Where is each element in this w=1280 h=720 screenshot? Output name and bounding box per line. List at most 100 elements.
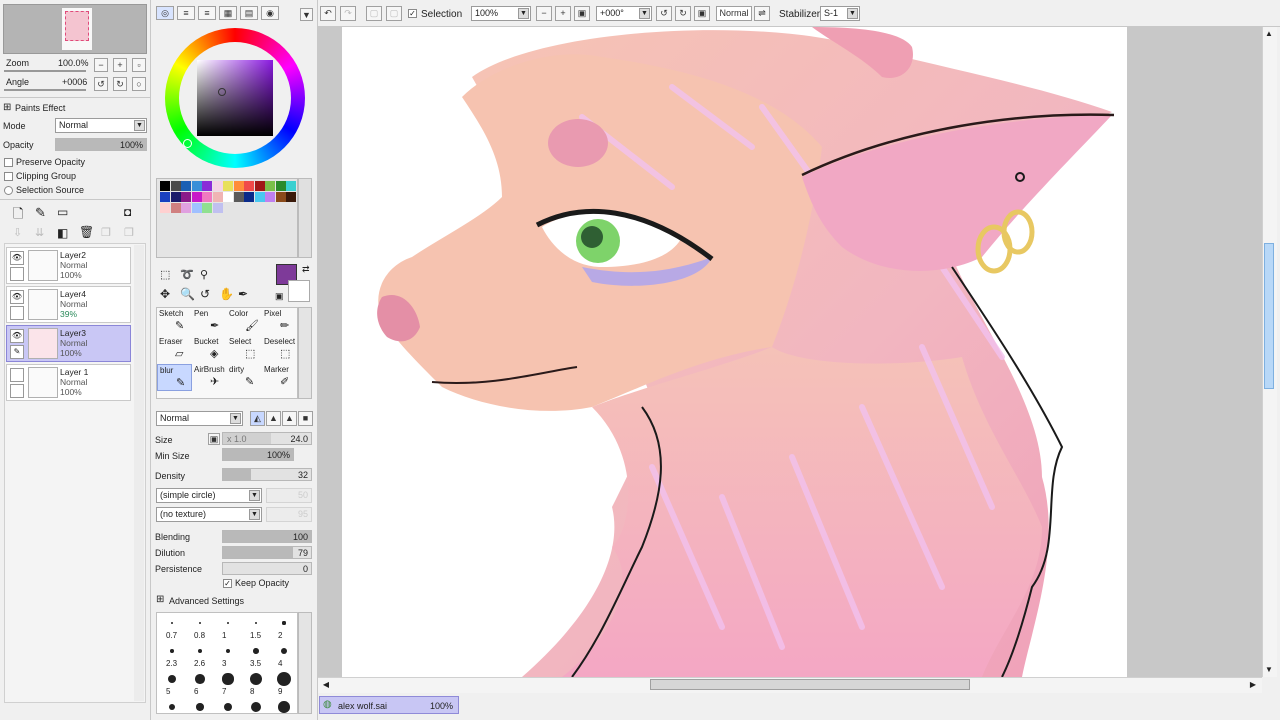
tool-select[interactable]: Select ⬚ <box>227 336 262 363</box>
palette-swatch[interactable] <box>170 181 181 191</box>
advanced-settings-expand-icon[interactable]: ⊞ <box>156 594 164 605</box>
pencil-icon[interactable]: ✎ <box>10 345 24 359</box>
brush-size-dot[interactable] <box>199 622 201 624</box>
secondary-color-swatch[interactable] <box>288 280 310 302</box>
palette-swatch[interactable] <box>170 203 181 213</box>
brush-size-dot[interactable] <box>250 701 262 713</box>
brush-size-slider[interactable]: x 1.0 24.0 <box>222 432 312 445</box>
zoom-slider[interactable] <box>4 70 86 72</box>
brush-size-dot[interactable] <box>171 622 173 624</box>
eye-icon[interactable]: 👁 <box>10 329 24 343</box>
palette-swatch[interactable] <box>191 181 202 191</box>
brush-size-dot[interactable] <box>225 648 231 654</box>
rotate-reset-button[interactable]: ○ <box>132 77 146 91</box>
brush-blend-mode-select[interactable]: Normal ▼ <box>156 411 243 426</box>
tool-pen[interactable]: Pen ✒ <box>192 308 227 335</box>
invert-selection-button[interactable]: ▢ <box>386 6 402 21</box>
hidden-eye-slot[interactable] <box>10 368 24 382</box>
palette-swatch[interactable] <box>265 192 275 202</box>
stabilizer-select[interactable]: S-1 ▼ <box>820 6 860 21</box>
clear-layer-icon[interactable]: ◧ <box>57 226 68 240</box>
toolbar-blend-mode-button[interactable]: Normal <box>716 6 752 21</box>
palette-swatch[interactable] <box>223 192 233 202</box>
layer-row-layer1[interactable]: Layer 1 Normal 100% <box>6 364 131 401</box>
palette-swatch[interactable] <box>275 192 286 202</box>
keep-opacity-checkbox[interactable]: ✓ <box>223 579 232 588</box>
brush-size-grid-scrollbar[interactable] <box>298 612 312 714</box>
new-layer-icon[interactable]: 🗋 <box>13 205 23 227</box>
eye-icon[interactable]: 👁 <box>10 290 24 304</box>
angle-select[interactable]: +000° ▼ <box>596 6 652 21</box>
palette-swatch[interactable] <box>233 192 244 202</box>
palette-swatch[interactable] <box>254 192 265 202</box>
brush-size-dot[interactable] <box>249 672 263 686</box>
deselect-button[interactable]: ▢ <box>366 6 382 21</box>
toolbar-zoom-reset-button[interactable]: ▣ <box>574 6 590 21</box>
tool-dirty[interactable]: dirty ✎ <box>227 364 262 391</box>
tool-blur[interactable]: blur ✎ <box>157 364 192 391</box>
palette-swatch[interactable] <box>170 192 181 202</box>
horizontal-scrollbar-thumb[interactable] <box>650 679 970 690</box>
palette-swatch[interactable] <box>275 181 286 191</box>
zoom-select[interactable]: 100% ▼ <box>471 6 531 21</box>
palette-swatch[interactable] <box>191 192 202 202</box>
new-linework-layer-icon[interactable]: ✎ <box>35 205 46 221</box>
rgb-slider-tab[interactable]: ≡ <box>177 6 195 20</box>
palette-swatch[interactable] <box>212 181 223 191</box>
duplicate-layer-icon[interactable]: ❐ <box>101 226 111 239</box>
layer-row-layer3[interactable]: 👁 ✎ Layer3 Normal 100% <box>6 325 131 362</box>
move-icon[interactable]: ✥ <box>160 287 170 301</box>
brush-size-dot[interactable] <box>227 622 229 624</box>
brush-size-dot[interactable] <box>170 649 174 653</box>
swap-colors-icon[interactable]: ⇄ <box>302 264 310 275</box>
layer-mode-select[interactable]: Normal ▼ <box>55 118 147 133</box>
empty-lock-slot[interactable] <box>10 384 24 398</box>
palette-swatch[interactable] <box>254 181 265 191</box>
palette-swatch[interactable] <box>202 181 212 191</box>
rect-select-icon[interactable]: ⬚ <box>160 268 170 281</box>
saturation-value-square[interactable] <box>197 60 273 136</box>
palette-swatch[interactable] <box>223 181 233 191</box>
palette-swatch[interactable] <box>244 192 254 202</box>
palette-swatch[interactable] <box>181 181 191 191</box>
flip-canvas-button[interactable]: ⇌ <box>754 6 770 21</box>
rotate-left-button[interactable]: ↺ <box>94 77 108 91</box>
layer-extra-icon[interactable]: ❐ <box>124 226 134 239</box>
tool-deselect[interactable]: Deselect ⬚ <box>262 336 297 363</box>
brush-size-dot[interactable] <box>276 671 292 687</box>
redo-button[interactable]: ↷ <box>340 6 356 21</box>
palette-swatch[interactable] <box>233 181 244 191</box>
min-size-slider[interactable]: 100% <box>222 448 294 461</box>
tool-airbrush[interactable]: AirBrush ✈ <box>192 364 227 391</box>
swatches-tab[interactable]: ▤ <box>240 6 258 20</box>
palette-swatch[interactable] <box>286 181 296 191</box>
brush-size-dot[interactable] <box>223 702 233 712</box>
brush-size-dot[interactable] <box>168 675 176 683</box>
scroll-right-arrow-icon[interactable]: ▶ <box>1247 678 1259 691</box>
zoom-in-button[interactable]: + <box>113 58 127 72</box>
toolbar-zoom-out-button[interactable]: − <box>536 6 552 21</box>
rotate-tool-icon[interactable]: ↺ <box>200 287 210 301</box>
palette-swatch[interactable] <box>244 181 254 191</box>
scroll-left-arrow-icon[interactable]: ◀ <box>320 678 332 691</box>
edge-hard-icon[interactable]: ▲ <box>282 411 297 426</box>
vertical-scrollbar-thumb[interactable] <box>1264 243 1274 389</box>
toolbar-rotate-left-button[interactable]: ↺ <box>656 6 672 21</box>
angle-slider[interactable] <box>4 89 86 91</box>
palette-swatch[interactable] <box>212 192 223 202</box>
zoom-tool-icon[interactable]: 🔍 <box>180 287 195 301</box>
selection-source-checkbox[interactable] <box>4 186 13 195</box>
new-folder-icon[interactable]: ▭ <box>57 205 68 219</box>
brush-size-dot[interactable] <box>169 704 175 710</box>
magic-wand-icon[interactable]: ⚲ <box>200 268 208 281</box>
paint-effect-expand-icon[interactable]: ⊞ <box>3 102 11 113</box>
palette-swatch[interactable] <box>160 203 170 213</box>
palette-swatch[interactable] <box>160 192 170 202</box>
dilution-slider[interactable]: 79 <box>222 546 312 559</box>
clipping-group-checkbox[interactable] <box>4 172 13 181</box>
transfer-down-icon[interactable]: ⇩ <box>13 226 22 239</box>
toolbar-zoom-in-button[interactable]: + <box>555 6 571 21</box>
tool-eraser[interactable]: Eraser ▱ <box>157 336 192 363</box>
transparent-color-icon[interactable]: ▣ <box>275 291 284 302</box>
palette-swatch[interactable] <box>202 203 212 213</box>
